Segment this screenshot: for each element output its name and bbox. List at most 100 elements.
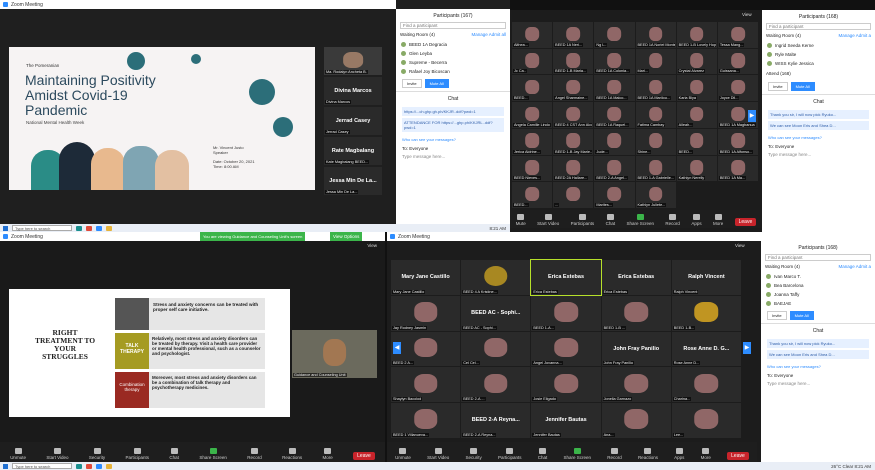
participant-tile[interactable]: Angel Sharmaine... (553, 75, 594, 102)
participant-tile[interactable]: Tessa Mang... (717, 22, 758, 48)
zoom-taskbar-icon[interactable] (96, 225, 102, 231)
participant-tile[interactable]: BEED 4 A Kristine... (461, 260, 531, 295)
participant-tile[interactable]: BEED 1 Villanueva... (391, 403, 461, 438)
participant-tile[interactable]: ... (553, 182, 594, 208)
view-button[interactable]: View (367, 243, 377, 248)
participant-tile[interactable]: BEED 1-B Maria... (553, 48, 594, 75)
participant-tile[interactable]: Fatima Cambay (635, 102, 676, 128)
participant-search-input[interactable]: Find a participant (766, 23, 871, 30)
participants-button[interactable]: Participants (498, 448, 522, 460)
participant-search-input[interactable]: Find a participant (400, 22, 506, 29)
chat-recipient[interactable]: To: Everyone (761, 372, 875, 379)
participant-tile[interactable]: BEED 1A Neri... (553, 22, 594, 48)
view-button[interactable]: View (735, 243, 745, 248)
view-options-button[interactable]: View Options (330, 232, 363, 241)
chrome-icon[interactable] (86, 463, 92, 469)
participant-tile[interactable]: BEED 2A Hallare... (553, 155, 594, 182)
participant-row[interactable]: BAEJAE (761, 299, 875, 308)
invite-button[interactable]: Invite (402, 79, 422, 88)
participant-tile[interactable]: Ma. Rodalyn Ancheta B. (324, 47, 382, 75)
more-button[interactable]: More (713, 214, 723, 226)
participant-tile[interactable]: BEED 1A Colonia... (594, 48, 635, 75)
more-button[interactable]: More (323, 448, 333, 460)
security-button[interactable]: Security (466, 448, 482, 460)
participant-search-input[interactable]: Find a participant (765, 254, 871, 261)
mute-all-button[interactable]: Mute All (424, 79, 449, 88)
mute-all-button[interactable]: Mute All (790, 82, 815, 91)
view-button[interactable]: View (742, 12, 752, 17)
chat-visibility-link[interactable]: Who can see your messages? (762, 132, 875, 143)
participant-tile[interactable]: Jonella Garnazo (601, 367, 671, 403)
participant-tile[interactable]: Divina Marcos Divina Marcos (324, 77, 382, 105)
participants-button[interactable]: Participants (126, 448, 149, 460)
record-button[interactable]: Record (247, 448, 262, 460)
more-button[interactable]: More (701, 448, 711, 460)
participant-tile[interactable]: BEED 2-A ... (461, 367, 531, 403)
participant-tile[interactable]: Jc Ca.. (512, 48, 553, 75)
share-screen-button[interactable]: Share Screen (626, 214, 654, 226)
participant-tile[interactable]: Erica Estebas Erica Estebas (601, 260, 671, 295)
participant-tile[interactable]: Charina... (671, 367, 741, 403)
participant-tile[interactable]: BEED 2-A Reyna... BEED 2-A Reyna... (461, 403, 531, 438)
manage-link[interactable]: Manage (471, 32, 487, 37)
windows-start-icon[interactable] (3, 463, 8, 469)
participant-tile[interactable]: Alleah... (676, 102, 717, 128)
participant-tile[interactable]: Rate Magbalang Kate Magbalang BEED... (324, 137, 382, 165)
participants-button[interactable]: Participants (571, 214, 594, 226)
participant-tile[interactable]: Josie Eligado (531, 367, 601, 403)
participant-tile[interactable]: BEED 4 CST Ann Alcone (553, 102, 594, 128)
participant-tile[interactable]: BEED Nieves... (512, 155, 553, 182)
participant-tile[interactable]: Althea... (512, 22, 553, 48)
chat-input[interactable]: Type message here... (396, 152, 510, 161)
chat-recipient[interactable]: To: Everyone (396, 145, 510, 152)
windows-start-icon[interactable] (3, 225, 8, 231)
video-button[interactable]: Start Video (46, 448, 69, 460)
participant-tile[interactable]: BEED 1A Malco... (594, 75, 635, 102)
participant-tile[interactable]: Jay Rodney Jasmin (391, 295, 461, 331)
participant-tile[interactable]: Mary Jane Castillo Mary Jane Castillo (391, 260, 461, 295)
participant-tile[interactable]: BEED AC - Sophi... BEED AC - Sophi... (461, 295, 531, 331)
chat-input[interactable]: Type message here... (762, 150, 875, 159)
taskbar-search-input[interactable]: Type here to search (12, 463, 72, 469)
presenter-video[interactable]: Guidance and Counseling Unit (292, 330, 377, 378)
participant-row[interactable]: Ivan Marco T. (761, 272, 875, 281)
zoom-taskbar-icon[interactable] (96, 463, 102, 469)
participant-tile[interactable]: BEED 1-A... (531, 295, 601, 331)
participant-tile[interactable]: Joyce Dil... (717, 75, 758, 102)
participant-tile[interactable]: Mari... (635, 48, 676, 75)
participant-tile[interactable]: Jerica Aldrine... (512, 128, 553, 155)
participant-row[interactable]: Ingrid Seeda Kerne (762, 41, 875, 50)
participant-tile[interactable]: BEED... (676, 128, 717, 155)
participant-tile[interactable]: Crystal Alvarez (676, 48, 717, 75)
participant-tile[interactable]: BEED 1A Ma... (717, 155, 758, 182)
participant-row[interactable]: BEED 1A Degracia (396, 40, 510, 49)
chat-visibility-link[interactable]: Who can see your messages? (761, 361, 875, 372)
manage-link[interactable]: Manage (838, 264, 854, 269)
participant-tile[interactable]: John Fray Panilio John Fray Panilio (601, 331, 671, 367)
apps-button[interactable]: Apps (674, 448, 684, 460)
participant-tile[interactable]: Lee... (671, 403, 741, 438)
participant-tile[interactable]: BEED 1A Marilou... (635, 75, 676, 102)
chat-input[interactable]: Type message here... (761, 379, 875, 388)
participant-tile[interactable]: Kathlyn Nerelly (676, 155, 717, 182)
participant-tile[interactable]: Jessa Min De La... Jessa Min De La... (324, 167, 382, 195)
participant-tile[interactable]: BEED 2 A... (391, 331, 461, 367)
leave-button[interactable]: Leave (727, 452, 749, 460)
participant-tile[interactable]: Shine... (635, 128, 676, 155)
apps-button[interactable]: Apps (691, 214, 702, 226)
participant-tile[interactable]: Karla Biya (676, 75, 717, 102)
edge-icon[interactable] (76, 225, 82, 231)
participant-tile[interactable]: Kathlyn Juliete... (635, 182, 676, 208)
record-button[interactable]: Record (607, 448, 622, 460)
participant-tile[interactable]: Angela Camille Lindo (512, 102, 553, 128)
admit-all-link[interactable]: Admit a (856, 33, 871, 38)
participant-tile[interactable]: Marites... (594, 182, 635, 208)
leave-button[interactable]: Leave (353, 452, 375, 460)
participant-row[interactable]: Glen Leyba (396, 49, 510, 58)
video-button[interactable]: Start Video (537, 214, 559, 226)
invite-button[interactable]: Invite (767, 311, 787, 320)
participant-tile[interactable]: Jerrad Casey Jerrad Casey (324, 107, 382, 135)
reactions-button[interactable]: Reactions (638, 448, 658, 460)
participant-tile[interactable]: BEED 1-B Jay Marie... (553, 128, 594, 155)
participant-row[interactable]: Bea Barcelona (761, 281, 875, 290)
